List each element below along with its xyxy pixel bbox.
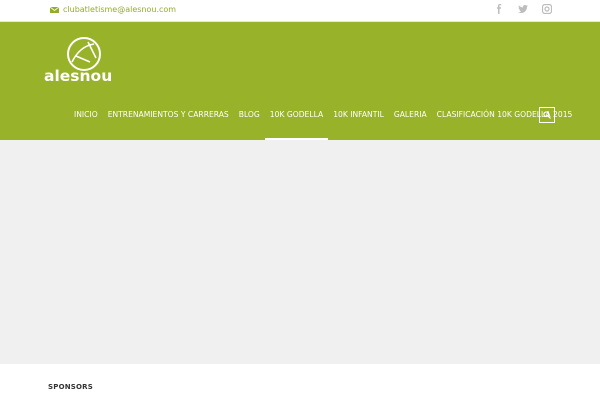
nav-item-clasificacion[interactable]: CLASIFICACIÓN 10K GODELLA 2015 <box>432 108 578 122</box>
top-bar: clubatletisme@alesnou.com <box>0 0 600 22</box>
nav-item-galeria[interactable]: GALERIA <box>389 108 432 122</box>
search-icon <box>543 111 551 119</box>
nav-item-blog[interactable]: BLOG <box>234 108 265 122</box>
email-text: clubatletisme@alesnou.com <box>63 5 177 14</box>
nav-item-entrenamientos[interactable]: ENTRENAMIENTOS Y CARRERAS <box>103 108 234 122</box>
hero-area <box>0 140 600 364</box>
social-links <box>494 4 552 14</box>
main-nav: INICIO ENTRENAMIENTOS Y CARRERAS BLOG 10… <box>69 108 578 140</box>
logo[interactable]: alesnou <box>44 32 118 90</box>
logo-text: alesnou <box>44 67 112 85</box>
email-link[interactable]: clubatletisme@alesnou.com <box>50 5 176 14</box>
nav-item-10k-infantil[interactable]: 10K INFANTIL <box>328 108 389 122</box>
sponsors-heading: SPONSORS <box>48 383 94 391</box>
nav-item-inicio[interactable]: INICIO <box>69 108 103 122</box>
footer-area: SPONSORS <box>0 364 600 400</box>
twitter-icon[interactable] <box>518 4 528 14</box>
instagram-icon[interactable] <box>542 4 552 14</box>
nav-item-10k-godella[interactable]: 10K GODELLA <box>264 108 329 140</box>
envelope-icon <box>50 6 59 13</box>
facebook-icon[interactable] <box>494 4 504 14</box>
search-button[interactable] <box>539 107 555 123</box>
site-header: alesnou INICIO ENTRENAMIENTOS Y CARRERAS… <box>0 22 600 140</box>
